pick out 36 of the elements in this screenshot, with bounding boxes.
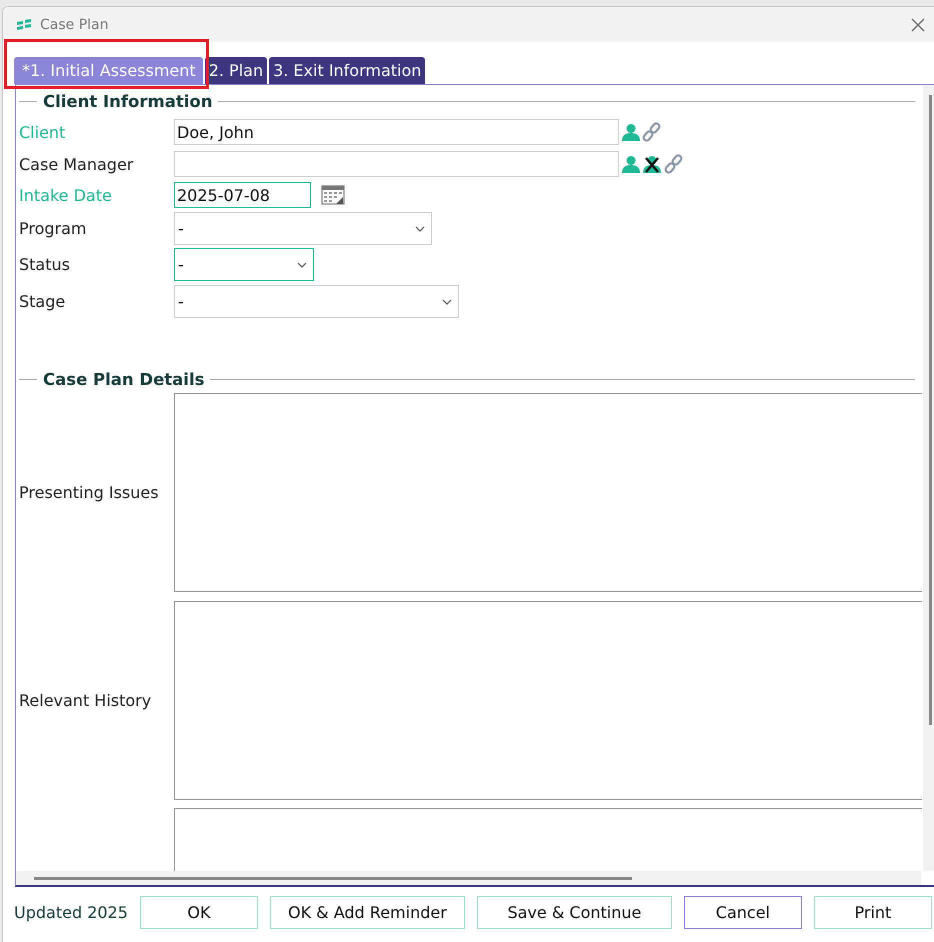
field-label: Stage bbox=[19, 292, 66, 311]
tab[interactable]: 3. Exit Information bbox=[269, 57, 426, 84]
field-label: Case Manager bbox=[19, 154, 134, 174]
window-title: Case Plan bbox=[40, 16, 108, 32]
dropdown[interactable]: - bbox=[174, 212, 432, 245]
field-label: Status bbox=[19, 255, 70, 274]
close-icon[interactable] bbox=[911, 18, 925, 32]
section-title: Case Plan Details bbox=[43, 370, 204, 388]
section-title: Client Information bbox=[43, 92, 212, 110]
dropdown[interactable]: - bbox=[174, 248, 314, 281]
person-cross-icon[interactable] bbox=[642, 155, 662, 173]
field-label: Program bbox=[19, 219, 87, 238]
dialog-button[interactable]: OK bbox=[140, 896, 258, 929]
chevron-icon[interactable] bbox=[442, 298, 452, 304]
flag-icon bbox=[16, 18, 32, 30]
chevron-icon[interactable] bbox=[297, 262, 307, 268]
tab[interactable]: 2. Plan bbox=[204, 57, 268, 84]
field-label: Intake Date bbox=[19, 186, 112, 204]
field-label: Client bbox=[19, 122, 66, 142]
dialog-button[interactable]: OK & Add Reminder bbox=[270, 896, 465, 929]
field-label: Presenting Issues bbox=[19, 483, 159, 502]
date-field[interactable]: 2025-07-08 bbox=[174, 182, 311, 208]
status-text: Updated 2025 bbox=[14, 903, 128, 922]
field-label: Relevant History bbox=[19, 691, 152, 710]
dialog-button[interactable]: Save & Continue bbox=[476, 896, 672, 929]
horizontal-scrollbar[interactable] bbox=[16, 871, 921, 885]
text-field[interactable] bbox=[174, 151, 619, 177]
chevron-icon[interactable] bbox=[415, 226, 425, 232]
dialog-button[interactable]: Print bbox=[814, 896, 932, 929]
calendar-icon[interactable] bbox=[321, 185, 345, 205]
person-icon[interactable] bbox=[622, 123, 640, 141]
dropdown[interactable]: - bbox=[174, 285, 459, 318]
text-field[interactable]: Doe, John bbox=[174, 119, 619, 145]
vertical-scrollbar[interactable] bbox=[923, 85, 934, 871]
dialog-button[interactable]: Cancel bbox=[684, 896, 802, 929]
chain-link-icon[interactable] bbox=[642, 122, 662, 142]
